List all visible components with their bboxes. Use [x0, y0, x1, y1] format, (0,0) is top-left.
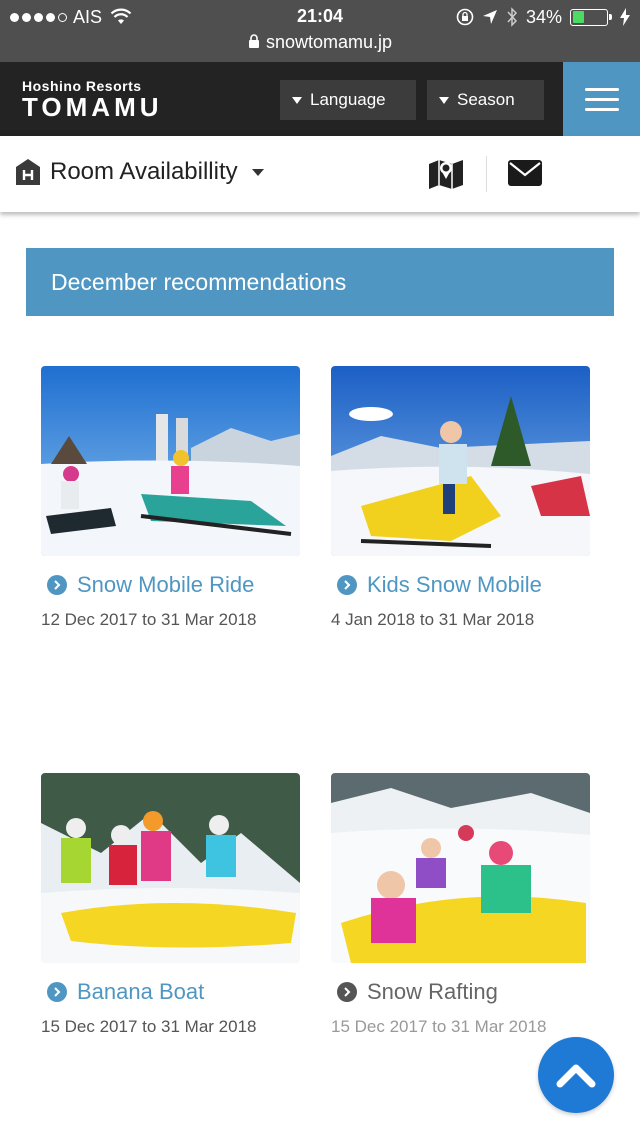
activity-title-link[interactable]: Kids Snow Mobile	[337, 572, 593, 598]
dropdown-triangle-icon	[292, 96, 302, 104]
charging-icon	[620, 8, 630, 26]
battery-level	[572, 11, 584, 23]
activity-card[interactable]: Snow Mobile Ride 12 Dec 2017 to 31 Mar 2…	[41, 366, 303, 630]
chevron-right-icon	[47, 982, 67, 1002]
activity-title-link[interactable]: Snow Mobile Ride	[47, 572, 303, 598]
photo-illustration	[41, 366, 300, 556]
activity-card[interactable]: Kids Snow Mobile 4 Jan 2018 to 31 Mar 20…	[331, 366, 593, 630]
chevron-right-icon	[337, 982, 357, 1002]
language-dropdown[interactable]: Language	[280, 80, 416, 120]
site-logo[interactable]: Hoshino Resorts TOMAMU	[22, 78, 163, 120]
battery-icon	[570, 8, 612, 26]
lock-icon	[248, 34, 259, 48]
snow-rafting-photo[interactable]	[331, 773, 590, 963]
season-dropdown[interactable]: Season	[427, 80, 544, 120]
chevron-right-icon	[47, 575, 67, 595]
back-to-top-button[interactable]	[538, 1037, 614, 1113]
room-availability-dropdown[interactable]: Room Availabillity	[16, 158, 264, 186]
status-bar: AIS 21:04 34% snowtomamu.jp	[0, 0, 640, 62]
url-text: snowtomamu.jp	[265, 32, 393, 52]
kids-snow-mobile-photo[interactable]	[331, 366, 590, 556]
activity-title: Banana Boat	[77, 979, 205, 1004]
activity-dates: 15 Dec 2017 to 31 Mar 2018	[41, 1017, 257, 1036]
photo-illustration	[331, 773, 590, 963]
chevron-right-icon	[337, 575, 357, 595]
site-header: Hoshino Resorts TOMAMU Language Season	[0, 62, 640, 136]
photo-illustration	[41, 773, 300, 963]
photo-illustration	[331, 366, 590, 556]
caret-down-icon	[251, 168, 264, 176]
logo-title: TOMAMU	[22, 92, 163, 122]
chevron-up-icon	[556, 1064, 596, 1088]
url-bar[interactable]: snowtomamu.jp	[0, 32, 640, 53]
lock-rotation-icon	[456, 8, 474, 26]
activity-title: Snow Mobile Ride	[77, 572, 255, 597]
activity-dates: 4 Jan 2018 to 31 Mar 2018	[331, 610, 535, 629]
season-label: Season	[457, 90, 515, 109]
activity-card[interactable]: Banana Boat 15 Dec 2017 to 31 Mar 2018	[41, 773, 303, 1037]
snow-mobile-photo[interactable]	[41, 366, 300, 556]
location-icon	[482, 10, 497, 24]
sub-navigation: Room Availabillity	[0, 136, 640, 212]
activity-title: Kids Snow Mobile	[367, 572, 542, 597]
section-title: December recommendations	[51, 268, 347, 295]
activity-title-link[interactable]: Snow Rafting	[337, 979, 593, 1005]
hamburger-menu-icon[interactable]	[563, 62, 640, 136]
status-icons: 34%	[456, 6, 630, 28]
hotel-icon	[16, 159, 40, 185]
dropdown-triangle-icon	[439, 96, 449, 104]
battery-percent: 34%	[525, 6, 562, 27]
mail-icon[interactable]	[508, 160, 542, 186]
room-availability-label: Room Availabillity	[50, 158, 238, 185]
map-icon[interactable]	[428, 156, 464, 190]
section-banner: December recommendations	[26, 248, 614, 316]
activity-card[interactable]: Snow Rafting 15 Dec 2017 to 31 Mar 2018	[331, 773, 593, 1037]
banana-boat-photo[interactable]	[41, 773, 300, 963]
nav-divider	[486, 156, 487, 192]
activity-dates: 12 Dec 2017 to 31 Mar 2018	[41, 610, 257, 629]
activity-dates: 15 Dec 2017 to 31 Mar 2018	[331, 1017, 547, 1036]
activity-title: Snow Rafting	[367, 979, 498, 1004]
language-label: Language	[310, 90, 386, 109]
bluetooth-icon	[507, 7, 517, 27]
activity-title-link[interactable]: Banana Boat	[47, 979, 303, 1005]
